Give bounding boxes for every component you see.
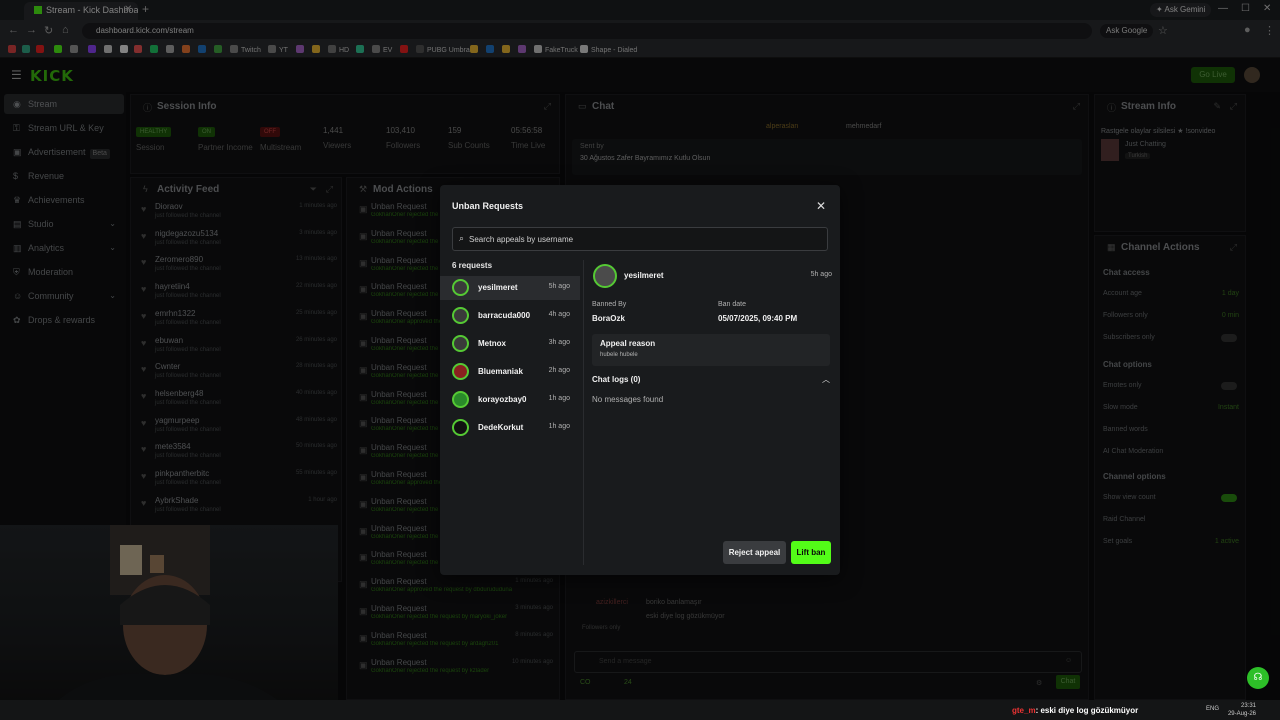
unban-requests-modal: Unban Requests ✕ ⌕ 6 requests yesilmeret… (440, 185, 840, 575)
reject-appeal-button[interactable]: Reject appeal (723, 541, 786, 564)
request-time: 1h ago (548, 395, 570, 402)
search-field: ⌕ (452, 227, 828, 251)
banned-by-value: BoraOzk (592, 314, 625, 323)
request-username: yesilmeret (478, 283, 518, 292)
chevron-up-icon[interactable]: ︿ (822, 374, 830, 385)
appeal-reason-text: hubele hubele (600, 352, 638, 358)
avatar (452, 391, 469, 408)
request-time: 1h ago (548, 423, 570, 430)
avatar (452, 419, 469, 436)
avatar (452, 279, 469, 296)
request-item-korayozbay0[interactable]: korayozbay0 1h ago (440, 388, 580, 412)
close-icon[interactable]: ✕ (816, 199, 826, 213)
lift-ban-button[interactable]: Lift ban (791, 541, 831, 564)
appeal-reason-box: Appeal reason hubele hubele (592, 334, 830, 366)
clock-date: 29-Aug-26 (1227, 711, 1256, 717)
request-time: 3h ago (548, 339, 570, 346)
language-indicator[interactable]: ENG (1206, 706, 1219, 712)
request-time: 4h ago (548, 311, 570, 318)
request-item-bluemaniak[interactable]: Bluemaniak 2h ago (440, 360, 580, 384)
taskbar: gte_m: eski diye log gözükmüyor ENG 23:3… (0, 700, 1280, 720)
ban-date-value: 05/07/2025, 09:40 PM (718, 314, 798, 323)
chat-logs-toggle[interactable]: Chat logs (0) (592, 375, 640, 384)
request-username: barracuda000 (478, 311, 531, 320)
help-fab-icon[interactable]: ☊ (1247, 667, 1269, 689)
avatar (452, 307, 469, 324)
request-item-barracuda000[interactable]: barracuda000 4h ago (440, 304, 580, 328)
avatar (452, 363, 469, 380)
request-username: Metnox (478, 339, 506, 348)
banned-by-label: Banned By (592, 301, 627, 308)
request-username: Bluemaniak (478, 367, 523, 376)
detail-username: yesilmeret (624, 271, 664, 280)
ban-date-label: Ban date (718, 301, 747, 308)
request-username: korayozbay0 (478, 395, 527, 404)
clock[interactable]: 23:31 29-Aug-26 (1226, 702, 1256, 718)
clock-time: 23:31 (1240, 703, 1256, 709)
ticker-username: gte_m (1012, 706, 1036, 715)
request-item-metnox[interactable]: Metnox 3h ago (440, 332, 580, 356)
avatar (593, 264, 617, 288)
modal-title: Unban Requests (452, 201, 524, 211)
divider (583, 260, 584, 565)
detail-time: 5h ago (810, 271, 832, 278)
request-username: DedeKorkut (478, 423, 524, 432)
search-icon: ⌕ (459, 233, 465, 243)
request-time: 2h ago (548, 367, 570, 374)
search-input[interactable] (469, 228, 819, 250)
requests-count: 6 requests (452, 261, 493, 270)
appeal-reason-label: Appeal reason (600, 339, 656, 348)
request-item-yesilmeret[interactable]: yesilmeret 5h ago (440, 276, 580, 300)
avatar (452, 335, 469, 352)
ticker-text: : eski diye log gözükmüyor (1035, 706, 1139, 715)
no-messages-text: No messages found (592, 395, 664, 404)
taskbar-chat-ticker: gte_m: eski diye log gözükmüyor (1012, 706, 1138, 715)
request-time: 5h ago (548, 283, 570, 290)
request-item-dedekorkut[interactable]: DedeKorkut 1h ago (440, 416, 580, 440)
